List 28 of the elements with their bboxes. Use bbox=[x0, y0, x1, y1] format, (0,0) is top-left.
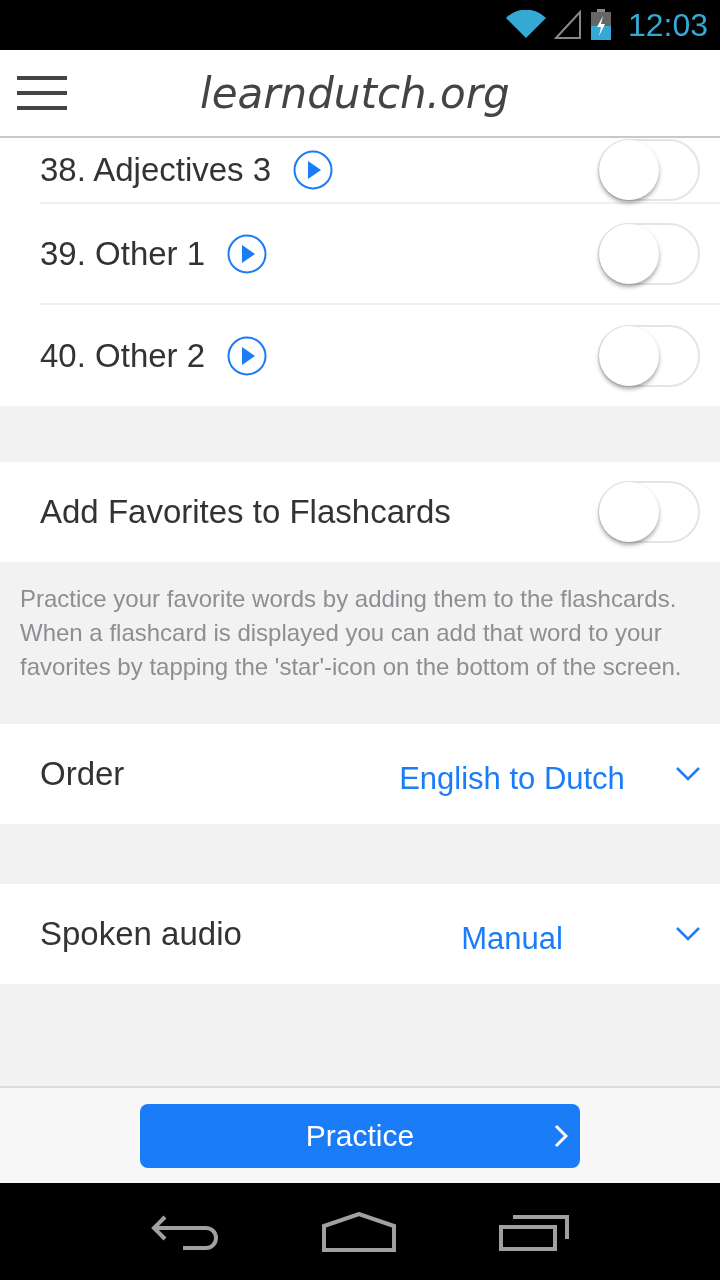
setting-label: Spoken audio bbox=[40, 914, 242, 955]
signal-icon bbox=[553, 10, 582, 40]
wifi-icon bbox=[505, 10, 546, 40]
setting-label: Order bbox=[40, 754, 125, 795]
setting-dropdown[interactable]: Manual bbox=[382, 905, 700, 963]
site-logo: learndutch.org bbox=[200, 67, 510, 120]
toggle-switch[interactable] bbox=[598, 222, 700, 285]
chevron-right-icon bbox=[554, 1123, 568, 1148]
menu-button[interactable] bbox=[17, 76, 67, 110]
chevron-down-icon bbox=[676, 927, 700, 941]
lesson-title: 39. Other 1 bbox=[40, 233, 206, 274]
home-icon[interactable] bbox=[322, 1211, 396, 1252]
setting-dropdown[interactable]: English to Dutch bbox=[382, 745, 700, 803]
lesson-title: 40. Other 2 bbox=[40, 335, 206, 376]
battery-icon bbox=[589, 9, 612, 41]
toggle-switch[interactable] bbox=[598, 324, 700, 387]
clock-time: 12:03 bbox=[627, 6, 708, 45]
play-icon[interactable] bbox=[293, 150, 334, 190]
recent-apps-icon[interactable] bbox=[498, 1212, 569, 1251]
favorites-label: Add Favorites to Flashcards bbox=[40, 492, 451, 533]
chevron-down-icon bbox=[676, 767, 700, 781]
toggle-switch[interactable] bbox=[598, 481, 700, 543]
lesson-title: 38. Adjectives 3 bbox=[40, 150, 272, 191]
favorites-description: Practice your favorite words by adding them to the flashcards. When a flashcard is displayed you can add that word to your favorites by tapping the 'star'-icon on the bottom of the screen. bbox=[19, 584, 683, 682]
toggle-switch[interactable] bbox=[598, 139, 700, 201]
practice-button[interactable]: Practice bbox=[140, 1103, 580, 1168]
play-icon[interactable] bbox=[227, 335, 268, 376]
play-icon[interactable] bbox=[227, 233, 268, 274]
